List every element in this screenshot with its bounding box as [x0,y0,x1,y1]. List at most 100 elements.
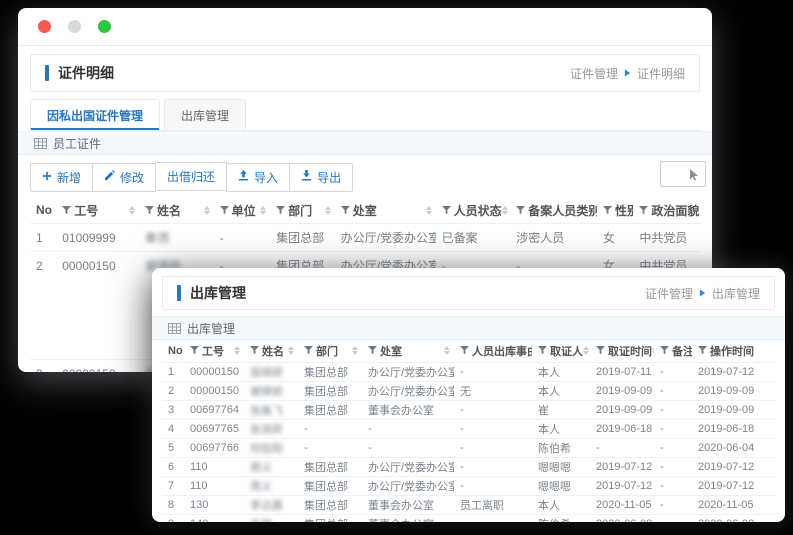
export-icon [301,170,312,184]
zoom-window-button[interactable] [98,20,111,33]
filter-icon[interactable] [304,346,313,355]
button-label: 修改 [120,170,145,185]
column-header[interactable]: 工号 [184,340,244,362]
sort-icon[interactable] [260,205,267,215]
filter-icon[interactable] [516,205,526,215]
table-cell: 本人 [532,418,590,438]
table-cell: 2019-07-12 [692,475,775,495]
close-window-button[interactable] [38,20,51,33]
filter-icon[interactable] [144,205,154,215]
column-header[interactable]: 姓名 [139,198,214,224]
table-row[interactable]: 8 130 李达晨 集团总部 董事会办公室 员工离职 本人 2020-11-05-2020-1… [162,494,775,514]
filter-icon[interactable] [603,205,613,215]
filter-icon[interactable] [460,346,469,355]
redacted-name-cell: 寇瑛娇 [244,361,298,381]
table-cell: 集团总部 [298,494,362,514]
sort-icon[interactable] [501,205,508,215]
table-row[interactable]: 5 00697766 何伯阳 - - - 陈伯希 - -2020-06-04 [162,437,775,457]
filter-icon[interactable] [190,346,199,355]
column-header[interactable]: 政治面貌 [633,198,700,224]
filter-icon[interactable] [596,346,605,355]
sort-icon[interactable] [203,205,210,215]
filter-icon[interactable] [276,205,286,215]
title-accent-bar [177,285,181,301]
tab[interactable]: 因私出国证件管理 [30,99,161,130]
sort-icon[interactable] [128,205,135,215]
quick-search-input[interactable] [660,161,706,187]
filter-icon[interactable] [340,205,350,215]
table-cell: 陈伯希 [532,513,590,522]
table-cell: 00000150 [184,361,244,381]
filter-icon[interactable] [62,205,72,215]
column-label: 姓名 [262,345,284,358]
filter-icon[interactable] [698,346,707,355]
column-header[interactable]: 备案人员类别 [510,198,597,224]
breadcrumb-parent[interactable]: 证件管理 [570,65,618,82]
table-row[interactable]: 3 00697764 张胤飞 集团总部 董事会办公室 - 崔 2019-09-09-2019-… [162,399,775,419]
filter-icon[interactable] [660,346,669,355]
sort-icon[interactable] [324,205,331,215]
section-bar: 员工证件 [18,131,712,155]
filter-icon[interactable] [441,205,451,215]
sort-icon[interactable] [652,346,654,356]
column-header[interactable]: 姓名 [244,340,298,362]
column-header[interactable]: 取证人 [532,340,590,362]
table-cell: 2019-07-12 [590,456,654,476]
column-header[interactable]: 部门 [298,340,362,362]
tab[interactable]: 出库管理 [164,99,247,130]
sort-icon[interactable] [352,346,358,356]
section-title: 员工证件 [53,136,102,151]
filter-icon[interactable] [219,205,229,215]
column-header[interactable]: 单位 [214,198,271,224]
table-cell: 集团总部 [298,513,362,522]
window-titlebar [18,8,712,46]
toolbar-button[interactable]: 新增 [30,162,94,192]
table-row[interactable]: 9140毛琴集团总部董事会办公室-陈伯希2020-06-08-2020-06-0… [162,513,775,522]
table-cell: - [454,437,532,457]
filter-icon[interactable] [250,346,259,355]
table-cell: 集团总部 [298,475,362,495]
table-row[interactable]: 2 00000150 谢瑛娇 集团总部 办公厅/党委办公室无本人 2019-09-09-2… [162,380,775,400]
table-cell: - [213,223,271,252]
table-row[interactable]: 1 00000150 寇瑛娇 集团总部 办公厅/党委办公室 - 本人 2019-07-11-2… [162,361,775,381]
breadcrumb-arrow-icon [624,69,631,77]
filter-icon[interactable] [538,346,547,355]
breadcrumb-parent[interactable]: 证件管理 [645,285,693,302]
column-header[interactable]: 操作时间 [692,340,775,362]
table-cell: 6 [162,456,184,476]
column-label: 工号 [74,203,99,218]
table-cell: 本人 [532,361,590,381]
column-header[interactable]: 性别 [597,198,633,224]
column-header[interactable]: 人员出库事由 [454,340,532,362]
minimize-window-button[interactable] [68,20,81,33]
filter-icon[interactable] [368,346,377,355]
sort-icon[interactable] [288,346,294,356]
column-header[interactable]: 处室 [335,198,436,224]
toolbar-button[interactable]: 导出 [289,162,354,192]
column-header[interactable]: 取证时间 [590,340,654,362]
column-header[interactable]: 备注 [654,340,692,362]
table-row[interactable]: 7 110 周义 集团总部 办公厅/党委办公室 - 嗯嗯嗯 2019-07-12-2019-0… [162,475,775,495]
toolbar-button[interactable]: 修改 [92,162,157,192]
table-row[interactable]: 6 110 周义 集团总部 办公厅/党委办公室 - 嗯嗯嗯 2019-07-12-2019-0… [162,456,775,476]
toolbar-button[interactable]: 导入 [226,162,291,192]
column-header[interactable]: 处室 [362,340,454,362]
sort-icon[interactable] [425,205,432,215]
column-label: 人员状态 [453,203,502,218]
breadcrumb-current: 出库管理 [711,286,760,301]
redacted-name-cell: 毛琴 [244,513,298,522]
table-row[interactable]: 4 00697765 张润弈 - - - 本人 2019-06-18-2019-06-18 [162,418,775,438]
table-cell: - [454,418,532,438]
column-header[interactable]: 工号 [56,198,139,224]
table-row[interactable]: 1 01009999 秦洒 - 集团总部 办公厅/党委办公室 已备案 涉密人员女中共党员 [30,223,700,252]
toolbar-button[interactable]: 出借归还 [155,162,228,191]
sort-icon[interactable] [444,346,450,356]
sort-icon[interactable] [234,346,240,356]
filter-icon[interactable] [639,205,649,215]
table-header-row: No 工号 姓名 部门 处室 人员出库事由 取证人 取证时间 备注 操作时间 [162,340,775,362]
table-cell: 3 [30,359,57,372]
column-header[interactable]: 部门 [270,198,335,224]
sort-icon[interactable] [583,346,589,356]
column-label: 部门 [288,203,313,218]
column-header[interactable]: 人员状态 [436,198,511,224]
